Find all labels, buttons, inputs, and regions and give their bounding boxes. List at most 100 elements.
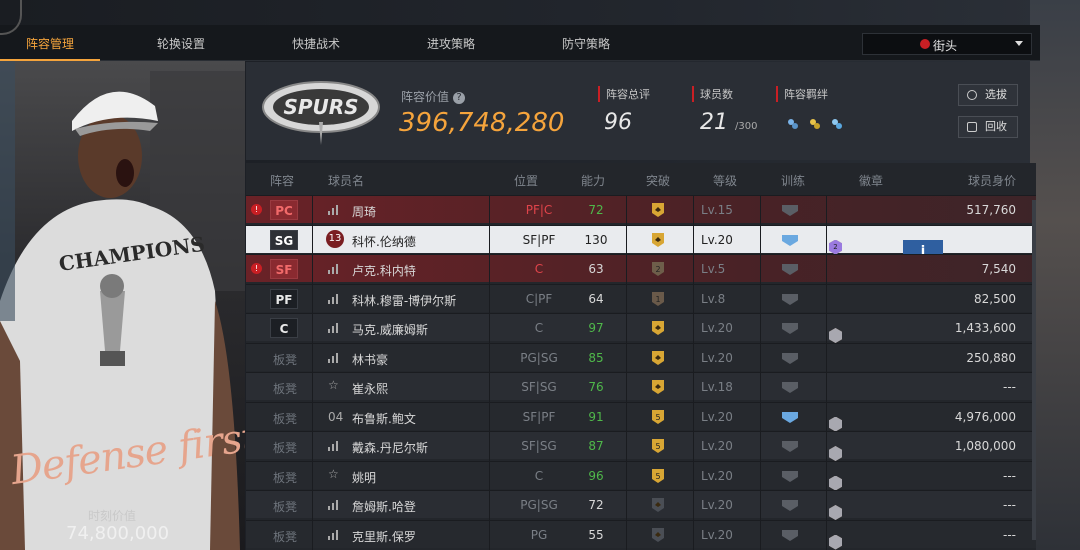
tab-tactics[interactable]: 快捷战术 <box>266 25 366 61</box>
lineup-slot[interactable]: C <box>270 318 298 338</box>
moment-value: 74,800,000 <box>66 523 170 544</box>
player-name[interactable]: 詹姆斯.哈登 <box>352 498 416 515</box>
col-training[interactable]: 训练 <box>781 172 805 189</box>
table-row[interactable]: 板凳 戴森.丹尼尔斯 SF|SG 87 5 Lv.20 1,080,000 <box>246 431 1036 461</box>
col-breakthrough[interactable]: 突破 <box>646 172 670 189</box>
tab-rotation[interactable]: 轮换设置 <box>131 25 231 61</box>
player-ability: 72 <box>588 203 604 217</box>
table-row[interactable]: PF 科林.穆雷-博伊尔斯 C|PF 64 1 Lv.8 82,500 <box>246 283 1036 312</box>
player-position: C|PF <box>525 291 553 306</box>
table-row[interactable]: 板凳 林书豪 PG|SG 85 Lv.20 250,880 <box>246 342 1036 371</box>
player-ability: 130 <box>584 232 608 247</box>
training-icon[interactable] <box>781 528 799 542</box>
column-divider <box>826 195 827 550</box>
mode-select-value: 街头 <box>933 39 958 53</box>
badge-icon[interactable] <box>829 475 842 491</box>
training-icon[interactable] <box>781 498 799 512</box>
player-name[interactable]: 科怀.伦纳德 <box>352 233 416 250</box>
table-row[interactable]: ! SF 卢克.科内特 C 63 2 Lv.5 7,540 <box>246 254 1036 282</box>
help-icon[interactable]: ? <box>453 91 466 104</box>
col-ability[interactable]: 能力 <box>581 172 605 189</box>
player-name[interactable]: 林书豪 <box>352 351 388 368</box>
player-card-panel[interactable]: CHAMPIONS Defense first 时刻价值 74,800,000 <box>0 61 245 550</box>
star-icon: ☆ <box>328 378 339 392</box>
training-icon[interactable] <box>781 292 799 306</box>
table-row[interactable]: 板凳 克里斯.保罗 PG 55 Lv.20 --- <box>246 519 1036 550</box>
player-ability: 55 <box>588 527 604 542</box>
col-badges[interactable]: 徽章 <box>859 172 883 189</box>
player-position: SF|SG <box>521 439 557 453</box>
badge-icon[interactable] <box>829 446 842 461</box>
lineup-slot[interactable]: SG <box>270 229 298 250</box>
table-row[interactable]: 板凳 04 布鲁斯.鲍文 SF|PF 91 5 Lv.20 4,976,000 <box>246 401 1036 432</box>
player-name[interactable]: 戴森.丹尼尔斯 <box>352 439 428 456</box>
col-level[interactable]: 等级 <box>713 172 737 189</box>
chemistry-icon-blue[interactable] <box>786 117 800 131</box>
col-value[interactable]: 球员身价 <box>968 172 1016 189</box>
breakthrough-icon: 5 <box>652 409 664 424</box>
table-row[interactable]: SG13科怀.伦纳德SF|PF130Lv.20122562▶═i <box>246 224 1036 264</box>
lineup-slot[interactable]: PF <box>270 288 298 309</box>
column-divider <box>489 195 490 550</box>
lineup-slot: 板凳 <box>273 470 298 485</box>
lineup-slot[interactable]: PC <box>270 200 298 220</box>
mode-select[interactable]: 街头 <box>862 33 1032 55</box>
badge-icon[interactable] <box>829 505 842 520</box>
badge-icon[interactable]: 2 <box>829 239 842 255</box>
signal-bars-icon <box>328 500 338 510</box>
tab-defense[interactable]: 防守策略 <box>536 25 636 61</box>
select-button[interactable]: 选拔 <box>958 84 1018 106</box>
table-row[interactable]: 板凳 ☆ 姚明 C 96 5 Lv.20 --- <box>246 460 1036 491</box>
warning-icon: ! <box>251 204 262 215</box>
breakthrough-level: 5 <box>655 413 660 422</box>
recycle-button[interactable]: 回收 <box>958 116 1018 138</box>
player-name[interactable]: 周琦 <box>352 203 376 220</box>
rating-value: 96 <box>604 110 632 135</box>
player-number: 04 <box>328 409 344 424</box>
chemistry-icon-gold[interactable] <box>808 117 822 131</box>
player-name[interactable]: 卢克.科内特 <box>352 262 416 279</box>
col-position[interactable]: 位置 <box>514 172 538 189</box>
training-icon[interactable] <box>781 469 799 483</box>
table-header: 阵容 球员名 位置 能力 突破 等级 训练 徽章 球员身价 <box>246 163 1036 195</box>
table-row[interactable]: C 马克.威廉姆斯 C 97 Lv.20 1,433,600 <box>246 313 1036 343</box>
training-icon[interactable] <box>781 203 799 217</box>
training-icon[interactable] <box>781 439 799 453</box>
training-icon[interactable] <box>781 380 799 394</box>
player-value: 82,500 <box>974 291 1016 306</box>
tab-offense[interactable]: 进攻策略 <box>401 25 501 61</box>
lineup-slot[interactable]: SF <box>270 259 298 279</box>
col-lineup[interactable]: 阵容 <box>270 172 294 189</box>
badge-icon[interactable] <box>829 416 842 432</box>
training-icon[interactable] <box>781 410 799 424</box>
training-icon[interactable] <box>781 351 799 365</box>
player-level: Lv.18 <box>701 380 733 394</box>
column-divider <box>626 195 627 550</box>
table-row[interactable]: 板凳 ☆ 崔永熙 SF|SG 76 Lv.18 --- <box>246 372 1036 400</box>
signal-bars-icon <box>328 529 338 540</box>
player-name[interactable]: 马克.威廉姆斯 <box>352 321 428 338</box>
chemistry-icon-lightblue[interactable] <box>830 117 844 131</box>
player-level: Lv.5 <box>701 262 726 276</box>
player-name[interactable]: 科林.穆雷-博伊尔斯 <box>352 292 456 309</box>
player-name[interactable]: 崔永熙 <box>352 380 388 397</box>
player-value: --- <box>1003 527 1016 542</box>
scrollbar[interactable] <box>1032 200 1036 540</box>
tab-lineup[interactable]: 阵容管理 <box>0 25 100 61</box>
badge-icon[interactable] <box>829 534 842 550</box>
lineup-slot: 板凳 <box>273 500 298 514</box>
col-name[interactable]: 球员名 <box>328 172 364 189</box>
training-icon[interactable] <box>781 233 799 247</box>
player-name[interactable]: 克里斯.保罗 <box>352 528 416 545</box>
player-name[interactable]: 布鲁斯.鲍文 <box>352 410 416 427</box>
training-icon[interactable] <box>781 321 799 335</box>
table-row[interactable]: ! PC 周琦 PF|C 72 Lv.15 517,760 <box>246 195 1036 223</box>
breakthrough-icon: 5 <box>652 439 664 453</box>
jersey-number: 13 <box>326 229 344 248</box>
badge-icon[interactable] <box>829 328 842 343</box>
recycle-button-label: 回收 <box>985 120 1007 133</box>
player-name[interactable]: 姚明 <box>352 469 376 486</box>
table-row[interactable]: 板凳 詹姆斯.哈登 PG|SG 72 Lv.20 --- <box>246 490 1036 520</box>
player-value: --- <box>1003 468 1016 483</box>
training-icon[interactable] <box>781 262 799 276</box>
